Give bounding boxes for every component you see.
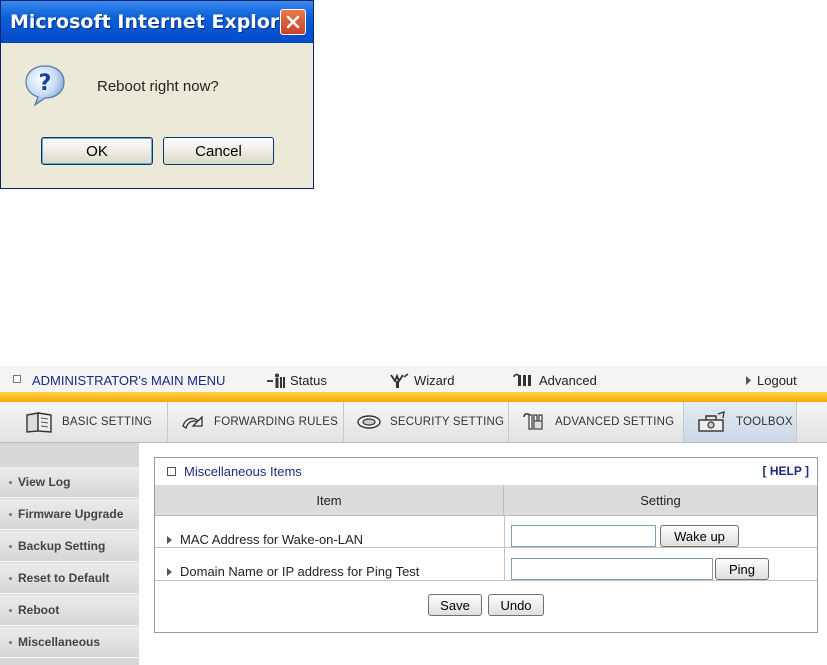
main-tabs: BASIC SETTING FORWARDING RULES SECURITY … [0, 402, 827, 443]
help-link[interactable]: [ HELP ] [763, 464, 809, 478]
column-divider [504, 516, 505, 580]
ok-button[interactable]: OK [41, 137, 153, 165]
advanced-icon [513, 373, 531, 386]
panel-title: Miscellaneous Items [184, 464, 302, 479]
sidebar-item-backup-setting[interactable]: Backup Setting [0, 531, 139, 562]
sidebar-item-reboot[interactable]: Reboot [0, 595, 139, 626]
bullet-icon [9, 544, 12, 548]
book-icon [26, 412, 52, 433]
bullet-icon [9, 576, 12, 580]
gear-icon [523, 413, 543, 430]
menu-link-advanced-label: Advanced [539, 373, 597, 388]
row-divider [155, 547, 817, 548]
menu-link-wizard[interactable]: Wizard [389, 373, 454, 388]
table-row-label-ping: Domain Name or IP address for Ping Test [167, 564, 419, 579]
dialog-titlebar[interactable]: Microsoft Internet Explorer [1, 1, 313, 43]
tab-basic-setting-label: BASIC SETTING [62, 416, 153, 428]
menu-link-advanced[interactable]: Advanced [512, 373, 597, 388]
menu-bullet-icon [13, 375, 21, 383]
dialog-message: Reboot right now? [97, 78, 219, 95]
forward-icon [182, 415, 203, 430]
tab-basic-setting[interactable]: BASIC SETTING [12, 402, 168, 442]
shield-icon [357, 415, 381, 429]
row-label: Domain Name or IP address for Ping Test [180, 564, 420, 579]
arrow-right-icon [167, 567, 172, 576]
menu-link-status[interactable]: Status [267, 373, 327, 388]
tab-forwarding-rules-label: FORWARDING RULES [214, 416, 338, 428]
sidebar-item-label: Firmware Upgrade [18, 507, 124, 521]
row-divider [155, 580, 817, 581]
main-menu-title: ADMINISTRATOR's MAIN MENU [32, 373, 226, 388]
close-icon [286, 15, 300, 29]
status-icon [267, 373, 285, 388]
sidebar-item-miscellaneous[interactable]: Miscellaneous [0, 627, 139, 658]
arrow-right-icon [167, 535, 172, 544]
tab-advanced-setting-label: ADVANCED SETTING [555, 416, 675, 428]
close-button[interactable] [280, 9, 306, 35]
tab-toolbox-label: TOOLBOX [736, 416, 793, 428]
menu-link-status-label: Status [290, 373, 327, 388]
sidebar-item-firmware-upgrade[interactable]: Firmware Upgrade [0, 499, 139, 530]
save-button[interactable]: Save [428, 594, 482, 616]
panel-bullet-icon [167, 467, 176, 476]
menu-link-logout[interactable]: Logout [746, 373, 797, 388]
sidebar-item-label: Reboot [18, 603, 60, 617]
panel-header: Miscellaneous Items [ HELP ] [155, 458, 817, 486]
confirm-dialog: Microsoft Internet Explorer ? Reboot rig… [0, 0, 314, 189]
question-icon: ? [25, 65, 65, 107]
bullet-icon [9, 608, 12, 612]
sidebar-item-label: Miscellaneous [18, 635, 101, 649]
toolbox-icon [698, 411, 725, 432]
bullet-icon [9, 480, 12, 484]
tab-advanced-setting[interactable]: ADVANCED SETTING [509, 402, 684, 442]
ping-button[interactable]: Ping [715, 558, 769, 580]
tab-security-setting-label: SECURITY SETTING [390, 416, 505, 428]
router-admin-page: ADMINISTRATOR's MAIN MENU Status Wizard [0, 366, 827, 665]
bullet-icon [9, 512, 12, 516]
wake-up-button[interactable]: Wake up [660, 525, 739, 547]
sidebar-item-label: Reset to Default [18, 571, 110, 585]
menu-link-wizard-label: Wizard [414, 373, 455, 388]
sidebar-item-reset-to-default[interactable]: Reset to Default [0, 563, 139, 594]
bullet-icon [9, 640, 12, 644]
sidebar-item-label: View Log [18, 475, 71, 489]
main-menubar: ADMINISTRATOR's MAIN MENU Status Wizard [0, 366, 827, 392]
dialog-title: Microsoft Internet Explorer [10, 11, 302, 33]
wizard-icon [390, 373, 409, 388]
tab-forwarding-rules[interactable]: FORWARDING RULES [168, 402, 344, 442]
tab-security-setting[interactable]: SECURITY SETTING [344, 402, 509, 442]
row-label: MAC Address for Wake-on-LAN [180, 532, 364, 547]
table-row-label-wol: MAC Address for Wake-on-LAN [167, 532, 363, 547]
sidebar-item-label: Backup Setting [18, 539, 106, 553]
tab-toolbox[interactable]: TOOLBOX [684, 402, 797, 442]
column-header-setting: Setting [504, 485, 817, 516]
cancel-button[interactable]: Cancel [163, 137, 274, 165]
ping-host-input[interactable] [511, 558, 713, 580]
undo-button[interactable]: Undo [488, 594, 544, 616]
sidebar-item-view-log[interactable]: View Log [0, 467, 139, 498]
arrow-right-icon [746, 376, 751, 385]
svg-text:?: ? [39, 71, 52, 96]
accent-bar [0, 392, 827, 402]
column-header-item: Item [155, 485, 504, 516]
toolbox-sidebar: View Log Firmware Upgrade Backup Setting… [0, 443, 139, 665]
miscellaneous-panel: Miscellaneous Items [ HELP ] Item Settin… [154, 457, 818, 633]
mac-address-input[interactable] [511, 525, 656, 547]
menu-link-logout-label: Logout [757, 373, 797, 388]
